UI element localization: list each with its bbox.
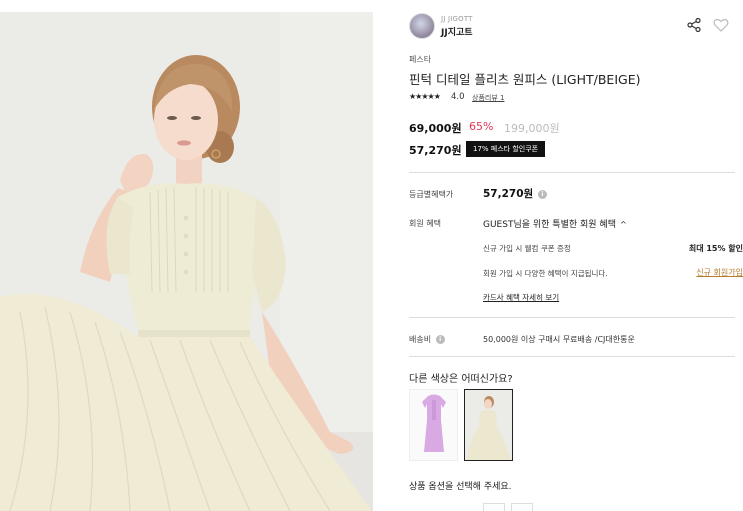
member-benefit-label: 회원 혜택 [409, 219, 441, 228]
brand-name[interactable]: JJ지고트 [441, 25, 473, 38]
lavender-dress-thumbnail [410, 390, 457, 460]
info-icon[interactable]: i [435, 335, 445, 344]
review-link[interactable]: 상품리뷰 1 [472, 93, 504, 103]
product-category[interactable]: 페스타 [409, 54, 431, 65]
model-photo-illustration [0, 12, 373, 511]
brand-row: JJ JIGOTT JJ지고트 [409, 13, 735, 39]
sale-price: 69,000원 [409, 122, 462, 135]
signup-coupon-text: 신규 가입 시 웰컴 쿠폰 증정 [483, 244, 571, 253]
share-icon[interactable] [687, 18, 701, 32]
divider [409, 172, 735, 173]
brand-sub-label: JJ JIGOTT [441, 15, 473, 23]
discount-rate: 65% [469, 120, 494, 133]
signup-link[interactable]: 신규 회원가입 [696, 267, 743, 278]
options-title: 상품 옵션을 선택해 주세요. [409, 482, 512, 492]
product-main-image[interactable] [0, 12, 373, 511]
card-benefit-link[interactable]: 카드사 혜택 자세히 보기 [483, 292, 559, 303]
grade-benefit-value: 57,270원 i [483, 186, 547, 201]
color-swatch-light-beige[interactable] [464, 389, 513, 461]
beige-dress-thumbnail [465, 390, 512, 460]
member-benefit-heading: GUEST님을 위한 특별한 회원 혜택 [483, 220, 616, 230]
signup-benefits-text: 회원 가입 시 다양한 혜택이 지급됩니다. [483, 269, 608, 278]
rating-stars: ★★★★★ [409, 92, 441, 101]
coupon-badge[interactable]: 17% 페스타 할인쿠폰 [466, 141, 546, 157]
member-benefit-toggle[interactable]: GUEST님을 위한 특별한 회원 혜택 ^ [483, 217, 627, 230]
shipping-value: 50,000원 이상 구매시 무료배송 /CJ대한통운 [483, 335, 635, 344]
shipping-label: 배송비 i [409, 334, 445, 345]
coupon-price: 57,270원 [409, 144, 462, 157]
option-box[interactable] [511, 503, 533, 511]
grade-benefit-label-text: 등급별혜택가 [409, 190, 454, 199]
rating-value: 4.0 [451, 92, 465, 102]
heart-icon[interactable] [713, 18, 729, 32]
chevron-up-icon: ^ [619, 220, 627, 229]
product-info-panel: JJ JIGOTT JJ지고트 페스타 핀턱 디테일 플리츠 원피스 (LIGH… [409, 0, 743, 511]
other-colors-title: 다른 색상은 어떠신가요? [409, 374, 513, 385]
product-title: 핀턱 디테일 플리츠 원피스 (LIGHT/BEIGE) [409, 72, 641, 87]
info-icon[interactable]: i [537, 190, 547, 199]
shipping-label-text: 배송비 [409, 335, 432, 344]
divider [409, 317, 735, 318]
brand-avatar[interactable] [409, 13, 435, 39]
divider [409, 356, 735, 357]
option-box[interactable] [483, 503, 505, 511]
original-price: 199,000원 [504, 122, 560, 135]
max-discount-text: 최대 15% 할인 [688, 244, 743, 253]
color-swatch-lavender[interactable] [409, 389, 458, 461]
grade-benefit-label: 등급별혜택가 [409, 189, 453, 200]
grade-price: 57,270원 [483, 188, 534, 200]
